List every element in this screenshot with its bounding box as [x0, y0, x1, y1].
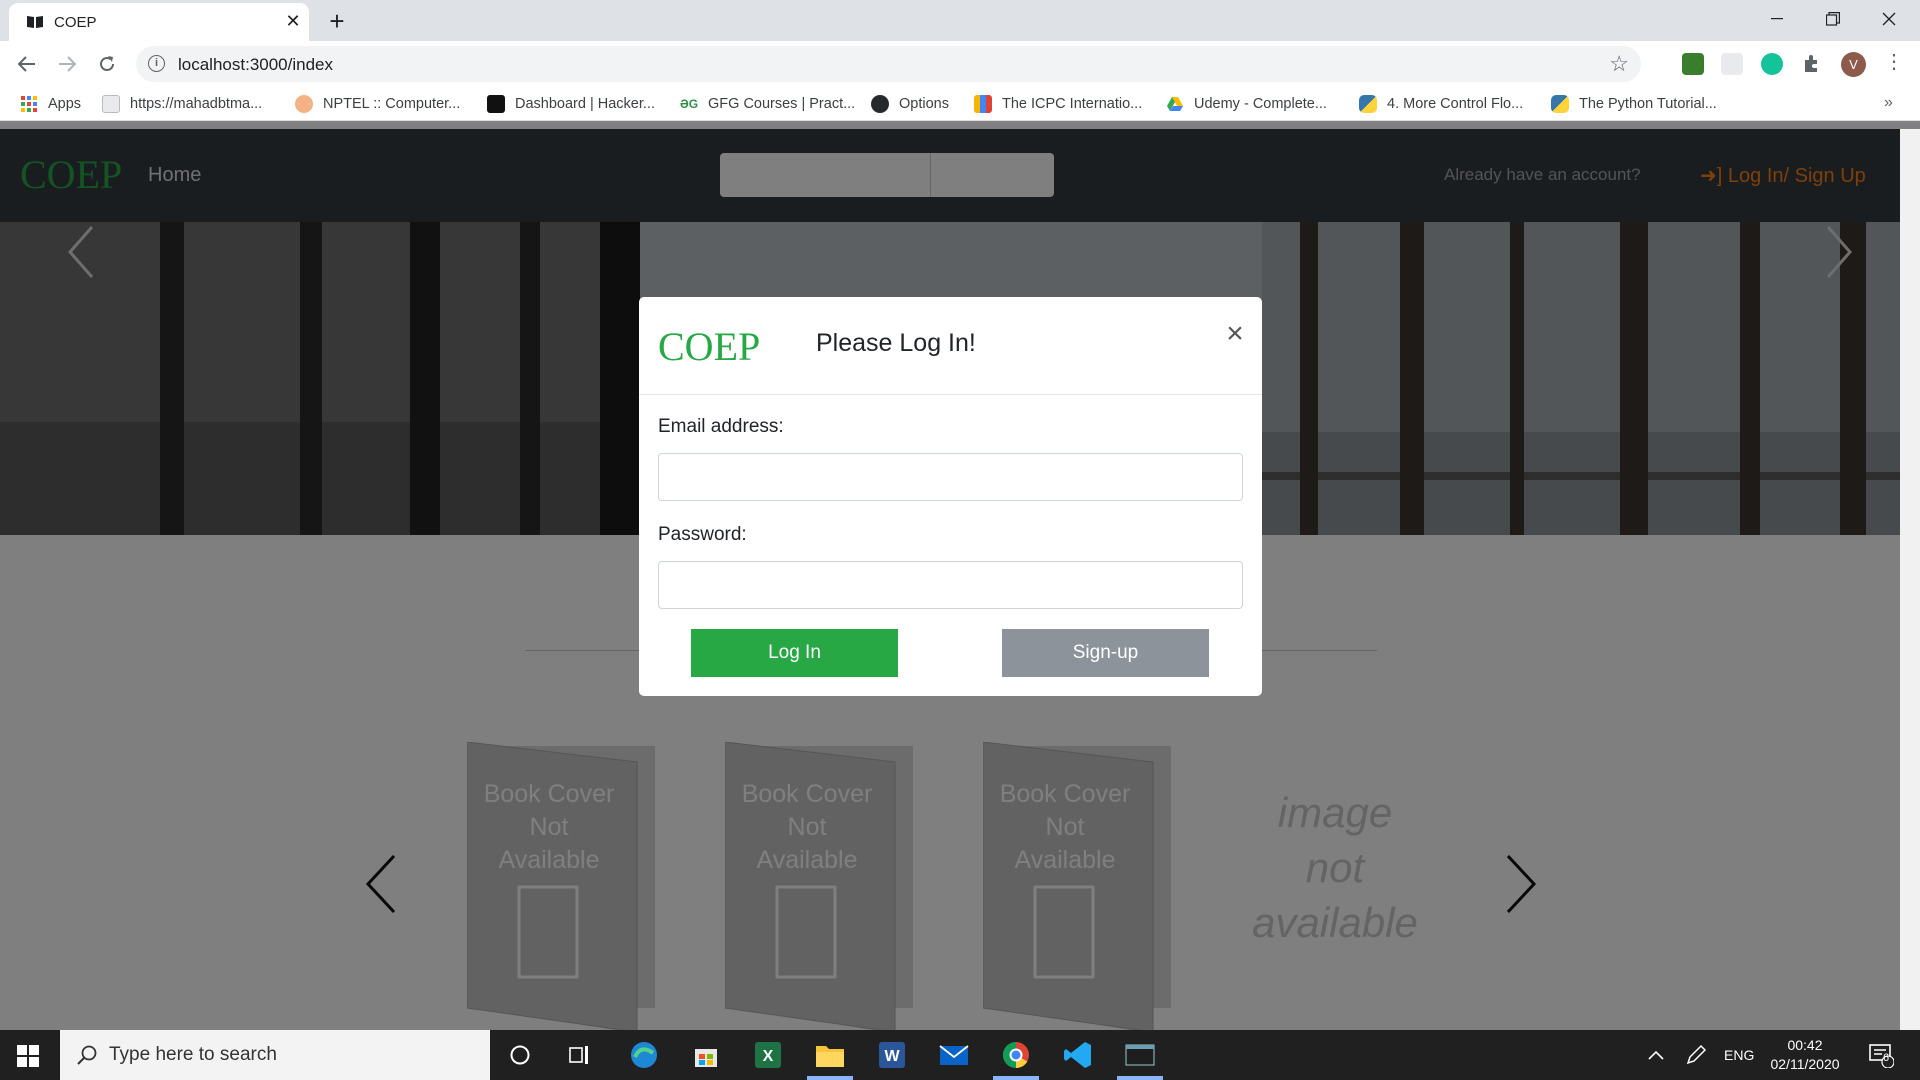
mysql-shell-icon[interactable] [1123, 1038, 1157, 1072]
bookmarks-overflow-icon[interactable]: » [1884, 94, 1893, 112]
modal-close-icon[interactable]: × [1222, 317, 1248, 351]
tab-title: COEP [54, 14, 97, 31]
bookmark-nptel[interactable]: NPTEL :: Computer... [295, 94, 460, 114]
browser-tab-bar: COEP ✕ + [0, 0, 1920, 41]
bookmark-icpc[interactable]: The ICPC Internatio... [974, 94, 1142, 114]
bookmark-label: Dashboard | Hacker... [515, 96, 655, 112]
login-button[interactable]: Log In [691, 629, 898, 677]
task-view-icon[interactable] [563, 1038, 597, 1072]
signup-button[interactable]: Sign-up [1002, 629, 1209, 677]
bookmark-label: The ICPC Internatio... [1002, 96, 1143, 112]
hackerrank-icon [487, 95, 505, 113]
pen-icon[interactable] [1685, 1030, 1707, 1080]
reload-icon[interactable] [93, 50, 121, 78]
bookmark-python-tutorial[interactable]: The Python Tutorial... [1551, 94, 1717, 114]
edge-icon[interactable] [627, 1038, 661, 1072]
bookmark-control-flow[interactable]: 4. More Control Flo... [1359, 94, 1523, 114]
extensions-puzzle-icon[interactable] [1801, 53, 1823, 75]
bookmark-label: Options [899, 96, 949, 112]
nptel-icon [295, 95, 313, 113]
bookmark-hackerrank[interactable]: Dashboard | Hacker... [487, 94, 655, 114]
python-icon [1359, 95, 1377, 113]
icpc-icon [974, 95, 992, 113]
excel-icon[interactable]: X [751, 1038, 785, 1072]
svg-text:W: W [884, 1048, 900, 1065]
github-icon [871, 95, 889, 113]
minimize-icon[interactable] [1749, 0, 1805, 38]
tab-close-icon[interactable]: ✕ [283, 11, 303, 32]
email-field[interactable] [658, 453, 1243, 501]
bookmark-label: Udemy - Complete... [1194, 96, 1327, 112]
chrome-active-indicator [993, 1076, 1039, 1080]
svg-text:X: X [763, 1048, 774, 1065]
bookmark-label: NPTEL :: Computer... [323, 96, 461, 112]
bookmark-options[interactable]: Options [871, 94, 949, 114]
login-modal: COEP Please Log In! × Email address: Pas… [639, 297, 1262, 696]
windows-taskbar: Type here to search X W ENG 00:42 02/11/… [0, 1030, 1920, 1080]
word-icon[interactable]: W [875, 1038, 909, 1072]
site-info-icon[interactable]: i [148, 55, 165, 72]
extension-tree-icon[interactable] [1682, 53, 1704, 75]
profile-avatar[interactable]: V [1841, 52, 1866, 77]
window-close-icon[interactable] [1861, 0, 1917, 38]
file-explorer-active-indicator [807, 1076, 853, 1080]
password-label: Password: [658, 524, 747, 545]
clock-time: 00:42 [1787, 1037, 1823, 1053]
mail-icon[interactable] [937, 1038, 971, 1072]
back-icon[interactable] [13, 50, 41, 78]
cortana-icon[interactable] [503, 1038, 537, 1072]
clock-date: 02/11/2020 [1770, 1056, 1840, 1072]
bookmark-udemy[interactable]: Udemy - Complete... [1166, 94, 1327, 114]
taskbar-search-box[interactable]: Type here to search [60, 1030, 490, 1080]
search-icon [77, 1045, 97, 1065]
restore-icon[interactable] [1805, 0, 1861, 38]
chrome-icon[interactable] [999, 1038, 1033, 1072]
bookmark-label: https://mahadbtma... [130, 96, 263, 112]
new-tab-icon[interactable]: + [324, 6, 350, 37]
grammarly-icon[interactable] [1761, 53, 1783, 75]
notification-count: 6 [1883, 1052, 1890, 1064]
modal-brand: COEP [658, 324, 761, 369]
browser-tab[interactable]: COEP ✕ [9, 3, 309, 41]
bookmark-label: GFG Courses | Pract... [708, 96, 856, 112]
modal-title: Please Log In! [816, 329, 976, 357]
taskbar-clock[interactable]: 00:42 02/11/2020 [1760, 1036, 1850, 1074]
bookmark-apps[interactable]: Apps [20, 94, 81, 114]
web-page: COEP Home Already have an account? ➜] Lo… [0, 129, 1920, 1030]
drive-icon [1167, 97, 1183, 111]
bookmark-label: 4. More Control Flo... [1387, 96, 1524, 112]
python-icon [1551, 95, 1569, 113]
email-label: Email address: [658, 416, 784, 437]
page-icon [102, 95, 120, 113]
forward-icon[interactable] [53, 50, 81, 78]
address-url[interactable]: localhost:3000/index [178, 55, 333, 75]
tray-overflow-icon[interactable] [1648, 1030, 1664, 1080]
apps-grid-icon [21, 96, 37, 112]
browser-menu-icon[interactable]: ⋮ [1884, 49, 1904, 74]
page-scrollbar[interactable] [1900, 129, 1920, 1030]
bookmarks-bar: Apps https://mahadbtma... NPTEL :: Compu… [0, 87, 1920, 121]
bookmark-label: The Python Tutorial... [1579, 96, 1717, 112]
file-explorer-icon[interactable] [813, 1038, 847, 1072]
bookmark-star-icon[interactable]: ☆ [1609, 51, 1629, 77]
bookmark-mahadbt[interactable]: https://mahadbtma... [102, 94, 262, 114]
windows-start-icon[interactable] [17, 1045, 39, 1067]
password-field[interactable] [658, 561, 1243, 609]
address-bar[interactable]: i localhost:3000/index ☆ [136, 46, 1641, 82]
mysql-active-indicator [1117, 1076, 1163, 1080]
extension-blank-icon[interactable] [1721, 53, 1743, 75]
bookmark-gfg[interactable]: ƏG GFG Courses | Pract... [680, 94, 855, 114]
gfg-icon: ƏG [680, 97, 699, 111]
vscode-icon[interactable] [1061, 1038, 1095, 1072]
language-indicator[interactable]: ENG [1724, 1030, 1754, 1080]
store-icon[interactable] [689, 1038, 723, 1072]
browser-toolbar: i localhost:3000/index ☆ V ⋮ [0, 41, 1920, 87]
bookmark-label: Apps [48, 96, 82, 112]
open-book-icon [27, 16, 43, 28]
taskbar-search-placeholder: Type here to search [109, 1044, 277, 1065]
notifications-icon[interactable]: 6 [1868, 1030, 1894, 1080]
modal-header: COEP Please Log In! × [639, 297, 1262, 395]
